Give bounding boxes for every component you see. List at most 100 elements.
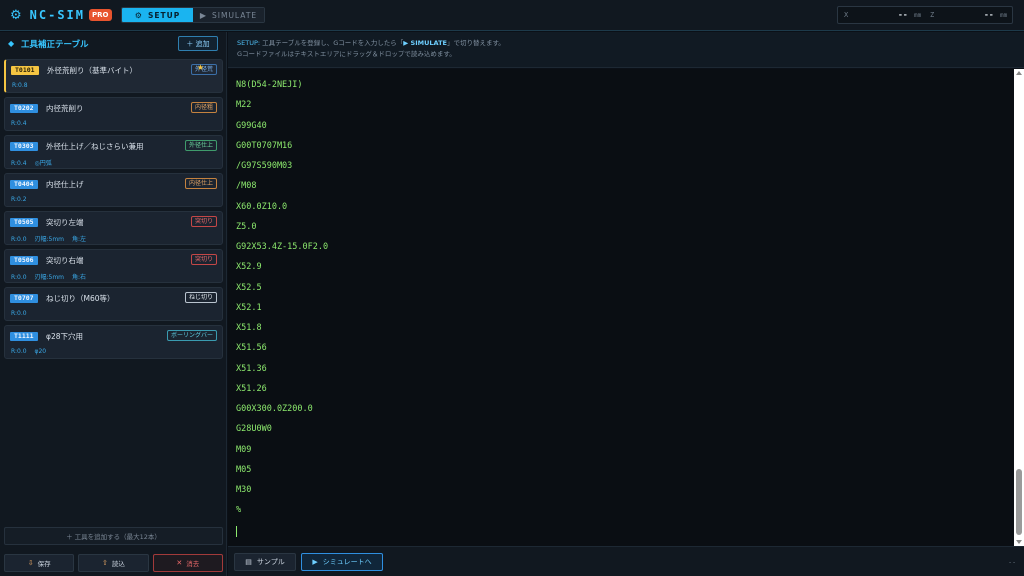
tool-tag: 内径粗 [190,102,217,113]
tool-spec: R:0.0 刃幅:5mm 角:右 [11,272,92,281]
add-tool-button[interactable]: ＋ 工具を追加する（最大12本） [4,527,223,545]
code-line: M05 [236,465,252,475]
brand-title: NC-SIM [29,8,86,22]
tool-spec-corner: 角:左 [71,236,86,243]
editor-toolbar: ▤ サンプル ▶ シミュレートへ -- [228,546,1024,576]
clear-label: 消去 [186,560,200,568]
tool-card-t0707[interactable]: T0707 ねじ切り（M60等） ねじ切り R:0.0 [4,287,223,321]
tool-code: T0506 [10,256,38,265]
tool-card-t0202[interactable]: T0202 内径荒削り 内径粗 R:0.4 [4,97,223,131]
trash-icon: ✕ [176,559,183,567]
play-icon: ▶ [312,558,318,566]
tool-spec: R:0.4 ◎円弧 [11,158,58,167]
code-line: Z5.0 [236,222,257,232]
info-mode-label: SETUP: [237,39,261,47]
tool-spec-width: 刃幅:5mm [34,274,65,281]
sample-button[interactable]: ▤ サンプル [234,553,296,571]
tool-card-t0506[interactable]: T0506 突切り右端 突切り R:0.0 刃幅:5mm 角:右 [4,249,223,283]
tool-card-t0404[interactable]: T0404 内径仕上げ 内径仕上 R:0.2 [4,173,223,207]
scroll-up-arrow-icon[interactable] [1016,71,1022,75]
tool-card-t0303[interactable]: T0303 外径仕上げ／ねじさらい兼用 外径仕上 R:0.4 ◎円弧 [4,135,223,169]
code-line: /G97S590M03 [236,161,293,171]
tool-tag: 突切り [190,216,217,227]
tool-tag: ねじ切り [184,292,217,303]
code-line: X51.56 [236,343,267,353]
sidebar-header: ◆ 工具補正テーブル ＋ 追加 [0,32,227,57]
scroll-thumb[interactable] [1016,469,1022,535]
mode-tabs: ⚙ SETUP ▶ SIMULATE [121,7,265,23]
simulate-button[interactable]: ▶ シミュレートへ [301,553,383,571]
tool-name: 外径仕上げ／ねじさらい兼用 [46,142,144,151]
tool-tag: ボーリングバー [166,330,217,341]
clear-button[interactable]: ✕ 消去 [152,554,223,572]
info-text: 工具テーブルを登録し、Gコードを入力したら「 [260,39,404,47]
tool-tag: 内径仕上 [184,178,217,189]
code-line: X52.9 [236,262,262,272]
info-text-suffix: 」で切り替えます。 [446,39,505,47]
tool-spec: R:0.0 φ20 [11,348,52,355]
code-line: G00X300.0Z200.0 [236,404,313,414]
code-line: % [236,505,242,515]
brand: ⚙ NC-SIM PRO [10,6,112,24]
add-button[interactable]: ＋ 追加 [178,36,218,51]
code-line: X51.26 [236,384,267,394]
info-line-2: Gコードファイルはテキストエリアにドラッグ＆ドロップで読み込めます。 [237,50,456,58]
code-line: X60.0Z10.0 [236,202,288,212]
play-icon: ▶ [199,10,207,20]
sample-label: サンプル [256,558,285,566]
code-line: M22 [236,100,252,110]
tool-spec: R:0.0 [11,310,33,317]
pro-badge: PRO [89,9,112,21]
tab-simulate[interactable]: ▶ SIMULATE [193,8,264,22]
load-label: 読込 [111,560,125,568]
gcode-editor[interactable]: N8(D54-2NEJI) M22 G99G40 G00T0707M16 /G9… [228,69,1014,546]
tool-name: 内径荒削り [46,104,84,113]
tool-card-t0505[interactable]: T0505 突切り左端 突切り R:0.0 刃幅:5mm 角:左 [4,211,223,245]
x-coord-value: -- [898,10,908,19]
tool-spec-arc: ◎円弧 [34,160,52,167]
tab-setup[interactable]: ⚙ SETUP [122,8,193,22]
code-line: X52.5 [236,283,262,293]
load-button[interactable]: ⇧ 読込 [78,554,149,572]
tool-tag: 外径仕上 [184,140,217,151]
code-line: N8(D54-2NEJI) [236,80,303,90]
tool-spec: R:0.4 [11,120,33,127]
gear-icon: ⚙ [10,7,22,23]
code-line: X51.36 [236,364,267,374]
star-icon[interactable]: ★ [197,63,204,72]
code-line: M30 [236,485,252,495]
info-banner: SETUP: 工具テーブルを登録し、Gコードを入力したら「▶ SIMULATE」… [228,32,1024,68]
tool-card-t0101[interactable]: T0101 外径荒削り（基準バイト） ★ 外径荒 R:0.8 [4,59,223,93]
tool-spec: R:0.8 [12,82,34,89]
scroll-down-arrow-icon[interactable] [1016,540,1022,544]
tool-spec-radius: R:0.4 [11,120,27,127]
z-coord-value: -- [984,10,994,19]
tool-spec: R:0.0 刃幅:5mm 角:左 [11,234,92,243]
tool-code: T1111 [10,332,38,341]
code-line: X51.8 [236,323,262,333]
main-panel: SETUP: 工具テーブルを登録し、Gコードを入力したら「▶ SIMULATE」… [228,32,1024,576]
code-line: G00T0707M16 [236,141,293,151]
document-icon: ▤ [245,558,252,566]
sidebar-title: 工具補正テーブル [21,40,89,50]
z-coord-unit: mm [1000,12,1008,19]
code-line: G28U0W0 [236,424,272,434]
save-label: 保存 [37,560,51,568]
tool-card-t1111[interactable]: T1111 φ28下穴用 ボーリングバー R:0.0 φ20 [4,325,223,359]
tab-setup-label: SETUP [147,10,181,20]
save-button[interactable]: ⇩ 保存 [4,554,75,572]
tool-code: T0505 [10,218,38,227]
info-simulate-link[interactable]: ▶ SIMULATE [403,39,447,47]
gear-icon: ⚙ [134,10,143,20]
x-coord-label: X [844,11,849,19]
editor-scrollbar[interactable] [1014,69,1024,546]
text-caret [236,526,237,537]
x-coord-unit: mm [914,12,922,19]
code-line: G99G40 [236,121,267,131]
status-text: -- [1008,558,1016,566]
tool-name: φ28下穴用 [46,332,83,341]
z-coord-label: Z [930,11,935,19]
download-icon: ⇩ [27,559,34,567]
diamond-icon: ◆ [8,39,15,48]
tool-code: T0202 [10,104,38,113]
